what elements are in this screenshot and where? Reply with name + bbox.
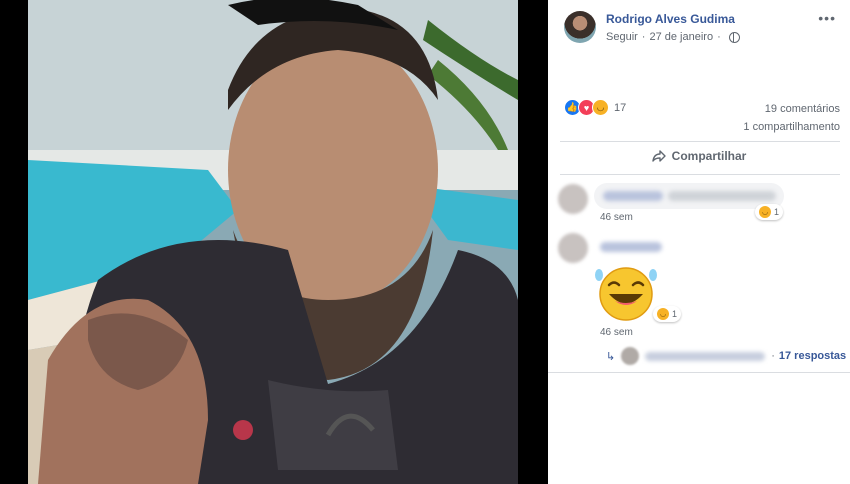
comment-reaction-count: 1 (774, 207, 780, 217)
reaction-summary[interactable]: 👍 ♥ ◡ 17 (564, 99, 626, 116)
comment-time[interactable]: 46 sem (600, 327, 633, 338)
commenter-name[interactable] (603, 191, 663, 201)
meta-separator: · (641, 31, 646, 43)
reply-count: 17 respostas (778, 350, 847, 362)
commenter-avatar[interactable] (558, 233, 588, 263)
post-sidebar: Rodrigo Alves Gudima Seguir · 27 de jane… (548, 0, 850, 484)
share-icon (651, 150, 666, 162)
divider (560, 174, 840, 175)
shares-count[interactable]: 1 compartilhamento (743, 118, 840, 136)
replier-avatar (621, 347, 640, 365)
post-date[interactable]: 27 de janeiro (649, 30, 713, 44)
comment-reaction-badge[interactable]: ◡ 1 (653, 306, 682, 322)
author-name[interactable]: Rodrigo Alves Gudima (606, 11, 740, 27)
post-header: Rodrigo Alves Gudima Seguir · 27 de jane… (564, 11, 740, 44)
author-avatar[interactable] (564, 11, 596, 43)
post-counts: 19 comentários 1 compartilhamento (743, 100, 840, 136)
reply-arrow-icon: ↳ (606, 350, 616, 363)
haha-icon: ◡ (657, 308, 669, 320)
post-photo[interactable] (28, 0, 518, 484)
globe-icon[interactable] (728, 31, 740, 43)
comment-time[interactable]: 46 sem (600, 212, 633, 223)
replier-name (645, 351, 766, 361)
comment-reaction-badge[interactable]: ◡ 1 (755, 204, 784, 220)
haha-icon: ◡ (759, 206, 771, 218)
more-options-icon[interactable]: ••• (818, 10, 836, 26)
photo-illustration (28, 0, 518, 484)
share-button[interactable]: Compartilhar (548, 149, 850, 163)
commenter-name[interactable] (600, 242, 662, 252)
comment-text (668, 191, 776, 201)
commenter-avatar[interactable] (558, 184, 588, 214)
comments-count[interactable]: 19 comentários (743, 100, 840, 118)
view-replies-link[interactable]: ↳ · 17 respostas (606, 347, 846, 365)
meta-separator: · (717, 31, 721, 43)
laughing-sticker-icon (595, 267, 657, 321)
comment-reaction-count: 1 (672, 309, 678, 319)
haha-icon: ◡ (592, 99, 609, 116)
divider (560, 141, 840, 142)
reaction-count: 17 (614, 101, 627, 114)
share-label: Compartilhar (671, 149, 747, 163)
photo-viewer (0, 0, 548, 484)
divider (548, 372, 850, 373)
reply-separator: · (771, 350, 775, 362)
follow-link[interactable]: Seguir (606, 30, 638, 44)
